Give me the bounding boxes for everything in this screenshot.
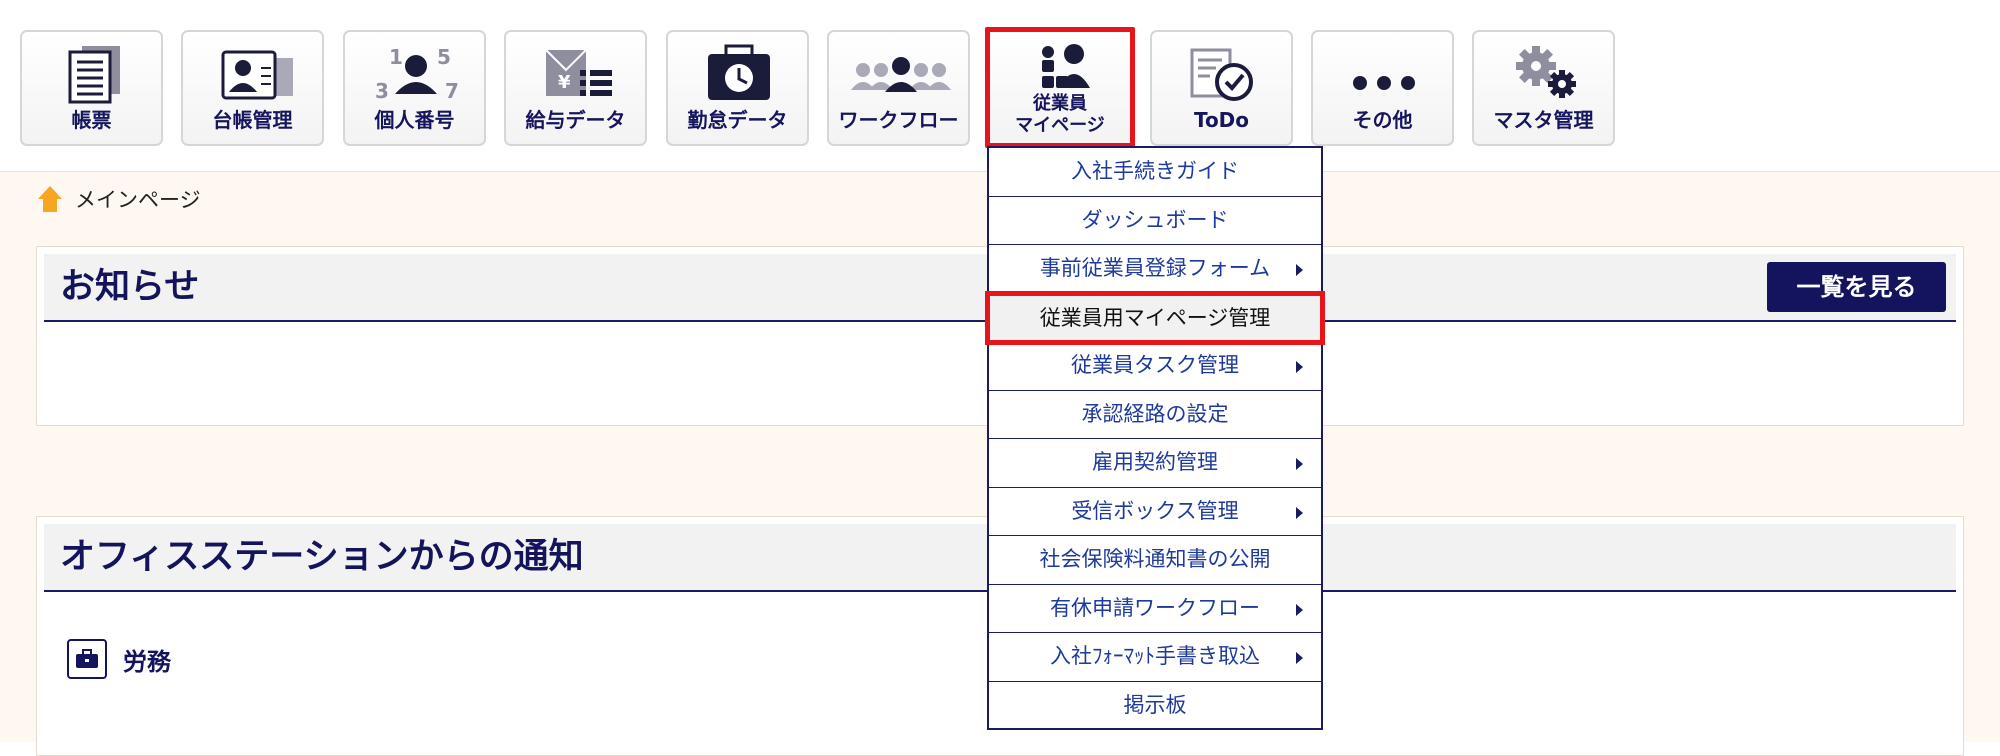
svg-text:5: 5 bbox=[437, 45, 451, 69]
toolbar-button-master[interactable]: マスタ管理 bbox=[1472, 30, 1615, 146]
people-group-icon bbox=[829, 44, 968, 104]
menu-item-employee-mypage-admin[interactable]: 従業員用マイページ管理 bbox=[985, 291, 1325, 345]
submenu-arrow-icon bbox=[1296, 652, 1303, 664]
toolbar-button-other[interactable]: その他 bbox=[1311, 30, 1454, 146]
menu-item-label: 承認経路の設定 bbox=[1081, 401, 1229, 426]
employee-mypage-menu: 入社手続きガイド ダッシュボード 事前従業員登録フォーム 従業員用マイページ管理… bbox=[985, 146, 1325, 731]
menu-item-label: ダッシュボード bbox=[1081, 207, 1229, 232]
submenu-arrow-icon bbox=[1296, 361, 1303, 373]
menu-item-onboarding-guide[interactable]: 入社手続きガイド bbox=[989, 148, 1321, 197]
menu-item-paid-leave-workflow[interactable]: 有休申請ワークフロー bbox=[989, 585, 1321, 633]
toolbar-label: 台帳管理 bbox=[212, 108, 293, 132]
toolbar-button-personal-number[interactable]: 1537 個人番号 bbox=[343, 30, 486, 146]
submenu-arrow-icon bbox=[1296, 458, 1303, 470]
menu-item-label: 入社ﾌｫｰﾏｯﾄ手書き取込 bbox=[1050, 644, 1260, 668]
office-notice-title: オフィスステーションからの通知 bbox=[60, 537, 584, 577]
toolbar-label: ToDo bbox=[1193, 108, 1250, 132]
menu-item-approval-route[interactable]: 承認経路の設定 bbox=[989, 391, 1321, 439]
menu-item-insurance-notice[interactable]: 社会保険料通知書の公開 bbox=[989, 536, 1321, 585]
toolbar-label: 給与データ bbox=[525, 108, 626, 132]
submenu-arrow-icon bbox=[1296, 506, 1303, 519]
toolbar-button-workflow[interactable]: ワークフロー bbox=[827, 30, 970, 146]
menu-item-label: 従業員用マイページ管理 bbox=[1039, 306, 1271, 330]
view-all-button[interactable]: 一覧を見る bbox=[1767, 262, 1946, 312]
toolbar-button-payroll[interactable]: ¥ 給与データ bbox=[504, 30, 647, 146]
menu-item-dashboard[interactable]: ダッシュボード bbox=[989, 197, 1321, 245]
toolbar-label-line1: 従業員 bbox=[1033, 93, 1087, 114]
labor-section-label: 労務 bbox=[123, 647, 171, 676]
toolbar-button-ledger[interactable]: 台帳管理 bbox=[181, 30, 324, 146]
menu-item-handwriting-import[interactable]: 入社ﾌｫｰﾏｯﾄ手書き取込 bbox=[989, 633, 1321, 682]
menu-item-employment-contract[interactable]: 雇用契約管理 bbox=[989, 439, 1321, 488]
toolbar-label: 勤怠データ bbox=[687, 108, 788, 132]
menu-item-label: 受信ボックス管理 bbox=[1071, 498, 1239, 523]
yen-envelope-icon: ¥ bbox=[506, 44, 645, 104]
home-icon bbox=[38, 186, 62, 212]
menu-item-inbox-admin[interactable]: 受信ボックス管理 bbox=[989, 488, 1321, 536]
menu-item-label: 掲示板 bbox=[1123, 692, 1187, 717]
labor-section: 労務 bbox=[67, 637, 171, 681]
gears-icon bbox=[1474, 44, 1613, 104]
person-number-icon: 1537 bbox=[345, 44, 484, 104]
ellipsis-icon bbox=[1313, 44, 1452, 104]
menu-item-label: 雇用契約管理 bbox=[1092, 450, 1218, 474]
employee-gear-icon bbox=[990, 42, 1130, 92]
svg-text:7: 7 bbox=[445, 79, 459, 103]
menu-item-employee-task-admin[interactable]: 従業員タスク管理 bbox=[989, 342, 1321, 391]
toolbar-label: 個人番号 bbox=[374, 108, 455, 132]
submenu-arrow-icon bbox=[1296, 603, 1303, 616]
todo-check-icon bbox=[1152, 44, 1291, 104]
briefcase-icon bbox=[67, 639, 107, 679]
breadcrumb[interactable]: メインページ bbox=[37, 184, 201, 214]
notices-title: お知らせ bbox=[60, 267, 200, 307]
document-stack-icon bbox=[22, 44, 161, 104]
timecard-clock-icon bbox=[668, 44, 807, 104]
toolbar-label-line2: マイページ bbox=[1015, 115, 1105, 136]
menu-item-label: 社会保険料通知書の公開 bbox=[1039, 547, 1271, 571]
menu-item-pre-registration-form[interactable]: 事前従業員登録フォーム bbox=[989, 245, 1321, 294]
toolbar-button-forms[interactable]: 帳票 bbox=[20, 30, 163, 146]
toolbar-button-attendance[interactable]: 勤怠データ bbox=[666, 30, 809, 146]
menu-item-label: 入社手続きガイド bbox=[1071, 159, 1239, 183]
toolbar-label: マスタ管理 bbox=[1493, 108, 1594, 132]
svg-text:¥: ¥ bbox=[558, 72, 571, 93]
toolbar-button-todo[interactable]: ToDo bbox=[1150, 30, 1293, 146]
toolbar-label: 帳票 bbox=[71, 108, 112, 132]
menu-item-label: 有休申請ワークフロー bbox=[1050, 595, 1260, 620]
submenu-arrow-icon bbox=[1296, 264, 1303, 276]
breadcrumb-label: メインページ bbox=[75, 188, 201, 212]
menu-item-bulletin-board[interactable]: 掲示板 bbox=[989, 682, 1321, 731]
toolbar-label: ワークフロー bbox=[838, 108, 959, 132]
svg-text:1: 1 bbox=[389, 45, 403, 69]
menu-item-label: 事前従業員登録フォーム bbox=[1039, 256, 1271, 280]
svg-text:3: 3 bbox=[375, 79, 389, 103]
toolbar-label: その他 bbox=[1352, 108, 1413, 132]
menu-item-label: 従業員タスク管理 bbox=[1071, 353, 1239, 377]
toolbar-label: 従業員 マイページ bbox=[990, 93, 1130, 137]
toolbar-button-employee-mypage[interactable]: 従業員 マイページ bbox=[985, 27, 1135, 148]
id-card-icon bbox=[183, 44, 322, 104]
